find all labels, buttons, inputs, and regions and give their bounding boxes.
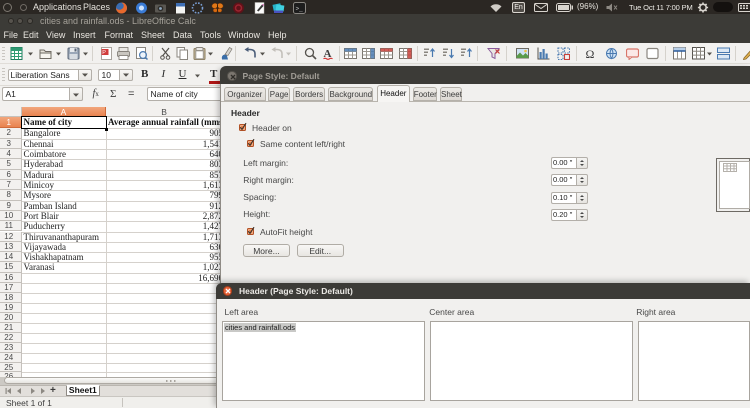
svg-text:>_: >_ (296, 6, 304, 13)
svg-text:P: P (102, 50, 106, 56)
svg-text:Ω: Ω (585, 47, 594, 60)
